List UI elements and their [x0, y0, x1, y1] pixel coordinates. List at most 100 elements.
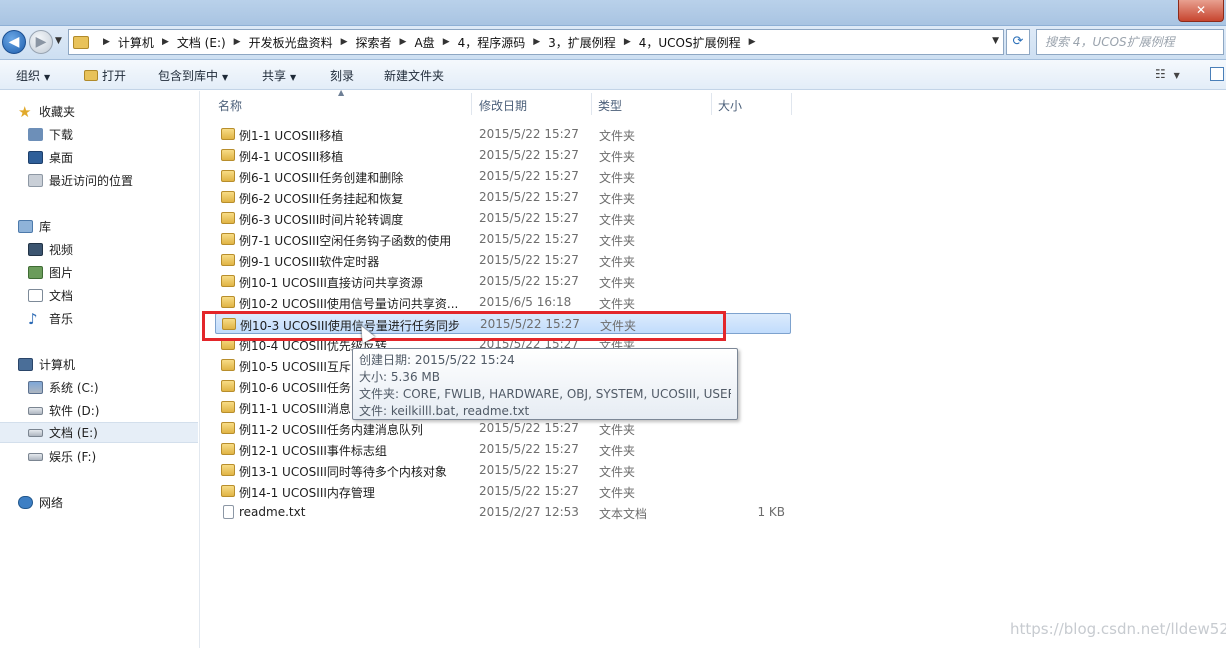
sidebar-item-music[interactable]: ♪ 音乐 — [28, 308, 196, 329]
tooltip-created: 创建日期: 2015/5/22 15:24 — [359, 353, 515, 367]
file-name: 例10-6 UCOSIII任务 — [239, 381, 351, 395]
include-in-library-menu[interactable]: 包含到库中 ▼ — [158, 67, 228, 84]
breadcrumb-item[interactable]: 3，扩展例程 — [548, 34, 616, 51]
breadcrumb-separator-icon[interactable]: ▶ — [749, 37, 756, 47]
breadcrumb-separator-icon[interactable]: ▶ — [443, 37, 450, 47]
sidebar-group-network[interactable]: 网络 — [18, 494, 63, 511]
burn-button[interactable]: 刻录 — [330, 67, 354, 84]
file-row[interactable]: 例6-3 UCOSIII时间片轮转调度 2015/5/22 15:27 文件夹 — [215, 208, 791, 229]
breadcrumb-item[interactable]: A盘 — [414, 34, 434, 51]
file-row[interactable]: 例11-2 UCOSIII任务内建消息队列 2015/5/22 15:27 文件夹 — [215, 418, 791, 439]
column-header-name[interactable]: 名称 — [218, 97, 242, 114]
text-file-icon — [223, 505, 234, 519]
file-row[interactable]: 例12-1 UCOSIII事件标志组 2015/5/22 15:27 文件夹 — [215, 439, 791, 460]
file-name: 例10-1 UCOSIII直接访问共享资源 — [239, 276, 423, 290]
command-bar: 组织 ▼ 打开 包含到库中 ▼ 共享 ▼ 刻录 新建文件夹 ☷ ▼ — [0, 60, 1226, 90]
chevron-down-icon: ▼ — [44, 73, 51, 82]
breadcrumb-item[interactable]: 开发板光盘资料 — [249, 34, 333, 51]
sidebar-item-drive-c[interactable]: 系统 (C:) — [28, 377, 196, 398]
sidebar-item-drive-d[interactable]: 软件 (D:) — [28, 400, 196, 421]
file-row[interactable]: 例6-2 UCOSIII任务挂起和恢复 2015/5/22 15:27 文件夹 — [215, 187, 791, 208]
folder-icon — [221, 212, 235, 224]
library-icon — [18, 220, 33, 233]
sidebar-item-desktop[interactable]: 桌面 — [28, 147, 196, 168]
breadcrumb-separator-icon[interactable]: ▶ — [234, 37, 241, 47]
share-menu[interactable]: 共享 ▼ — [262, 67, 296, 84]
breadcrumb-item[interactable]: 探索者 — [356, 34, 392, 51]
file-row[interactable]: 例4-1 UCOSIII移植 2015/5/22 15:27 文件夹 — [215, 145, 791, 166]
file-row[interactable]: 例13-1 UCOSIII同时等待多个内核对象 2015/5/22 15:27 文件… — [215, 460, 791, 481]
file-name: 例6-2 UCOSIII任务挂起和恢复 — [239, 192, 404, 206]
drive-icon — [28, 452, 43, 461]
column-divider[interactable] — [591, 93, 592, 115]
window-title-strip: ✕ — [0, 0, 1226, 26]
file-row[interactable]: 例10-2 UCOSIII使用信号量访问共享资... 2015/6/5 16:18… — [215, 292, 791, 313]
file-type: 文件夹 — [599, 465, 636, 479]
preview-pane-button[interactable] — [1210, 67, 1224, 81]
change-view-button[interactable]: ☷ ▼ — [1155, 67, 1180, 81]
recent-pages-dropdown[interactable]: ▼ — [55, 36, 62, 46]
file-type: 文件夹 — [599, 171, 636, 185]
close-button[interactable]: ✕ — [1178, 0, 1224, 22]
column-header-date[interactable]: 修改日期 — [479, 97, 527, 114]
file-row[interactable]: 例14-1 UCOSIII内存管理 2015/5/22 15:27 文件夹 — [215, 481, 791, 502]
breadcrumb-separator-icon[interactable]: ▶ — [533, 37, 540, 47]
folder-icon — [221, 401, 235, 413]
breadcrumb-item[interactable]: 4，UCOS扩展例程 — [639, 34, 741, 51]
sidebar-group-computer[interactable]: 计算机 — [18, 356, 75, 373]
column-header-type[interactable]: 类型 — [598, 97, 622, 114]
refresh-icon: ⟳ — [1012, 34, 1024, 49]
column-divider[interactable] — [471, 93, 472, 115]
recent-places-icon — [28, 174, 43, 187]
sidebar-item-pictures[interactable]: 图片 — [28, 262, 196, 283]
chevron-down-icon: ▼ — [1173, 71, 1180, 80]
sidebar-item-drive-f[interactable]: 娱乐 (F:) — [28, 446, 196, 467]
sidebar-item-label: 视频 — [49, 243, 74, 257]
file-date: 2015/5/22 15:27 — [479, 211, 579, 225]
sidebar-group-favorites[interactable]: ★ 收藏夹 — [18, 103, 75, 120]
search-input[interactable]: 搜索 4，UCOS扩展例程 — [1036, 29, 1224, 55]
sidebar-item-downloads[interactable]: 下载 — [28, 124, 196, 145]
file-row[interactable]: 例1-1 UCOSIII移植 2015/5/22 15:27 文件夹 — [215, 124, 791, 145]
file-row[interactable]: 例9-1 UCOSIII软件定时器 2015/5/22 15:27 文件夹 — [215, 250, 791, 271]
file-type: 文件夹 — [599, 129, 636, 143]
sidebar-group-libraries[interactable]: 库 — [18, 218, 51, 235]
new-folder-button[interactable]: 新建文件夹 — [384, 67, 444, 84]
breadcrumb-separator-icon[interactable]: ▶ — [400, 37, 407, 47]
column-header-size[interactable]: 大小 — [718, 97, 742, 114]
file-row[interactable]: 例7-1 UCOSIII空闲任务钩子函数的使用 2015/5/22 15:27 文件… — [215, 229, 791, 250]
file-date: 2015/5/22 15:27 — [479, 274, 579, 288]
breadcrumb-separator-icon[interactable]: ▶ — [624, 37, 631, 47]
refresh-button[interactable]: ⟳ — [1006, 29, 1030, 55]
file-name: 例6-1 UCOSIII任务创建和删除 — [239, 171, 404, 185]
organize-menu[interactable]: 组织 ▼ — [16, 67, 50, 84]
sidebar-item-label: 娱乐 (F:) — [49, 450, 97, 464]
video-icon — [28, 243, 43, 256]
sidebar-group-label: 网络 — [39, 496, 64, 510]
sidebar-item-drive-e[interactable]: 文档 (E:) — [0, 422, 198, 443]
sidebar-item-recent[interactable]: 最近访问的位置 — [28, 170, 196, 191]
file-row[interactable]: readme.txt 2015/2/27 12:53 文本文档 1 KB — [215, 502, 791, 523]
breadcrumb-item[interactable]: 4，程序源码 — [458, 34, 526, 51]
folder-icon — [221, 485, 235, 497]
breadcrumb-item[interactable]: 文档 (E:) — [177, 34, 226, 51]
sidebar-item-videos[interactable]: 视频 — [28, 239, 196, 260]
address-history-dropdown[interactable]: ▼ — [992, 36, 999, 46]
file-date: 2015/5/22 15:27 — [479, 190, 579, 204]
breadcrumb-item[interactable]: 计算机 — [118, 34, 154, 51]
sidebar-item-documents[interactable]: 文档 — [28, 285, 196, 306]
breadcrumb[interactable]: ▶ 计算机 ▶ 文档 (E:) ▶ 开发板光盘资料 ▶ 探索者 ▶ A盘 ▶ 4… — [68, 29, 1004, 55]
column-divider[interactable] — [711, 93, 712, 115]
column-divider[interactable] — [791, 93, 792, 115]
open-button[interactable]: 打开 — [84, 67, 126, 84]
breadcrumb-separator-icon[interactable]: ▶ — [103, 37, 110, 47]
chevron-down-icon: ▼ — [290, 73, 297, 82]
file-row[interactable]: 例10-1 UCOSIII直接访问共享资源 2015/5/22 15:27 文件夹 — [215, 271, 791, 292]
folder-icon — [221, 191, 235, 203]
file-row[interactable]: 例6-1 UCOSIII任务创建和删除 2015/5/22 15:27 文件夹 — [215, 166, 791, 187]
breadcrumb-separator-icon[interactable]: ▶ — [162, 37, 169, 47]
forward-button[interactable]: ▶ — [29, 30, 53, 54]
back-button[interactable]: ◀ — [2, 30, 26, 54]
breadcrumb-separator-icon[interactable]: ▶ — [341, 37, 348, 47]
red-annotation-box — [202, 311, 726, 341]
